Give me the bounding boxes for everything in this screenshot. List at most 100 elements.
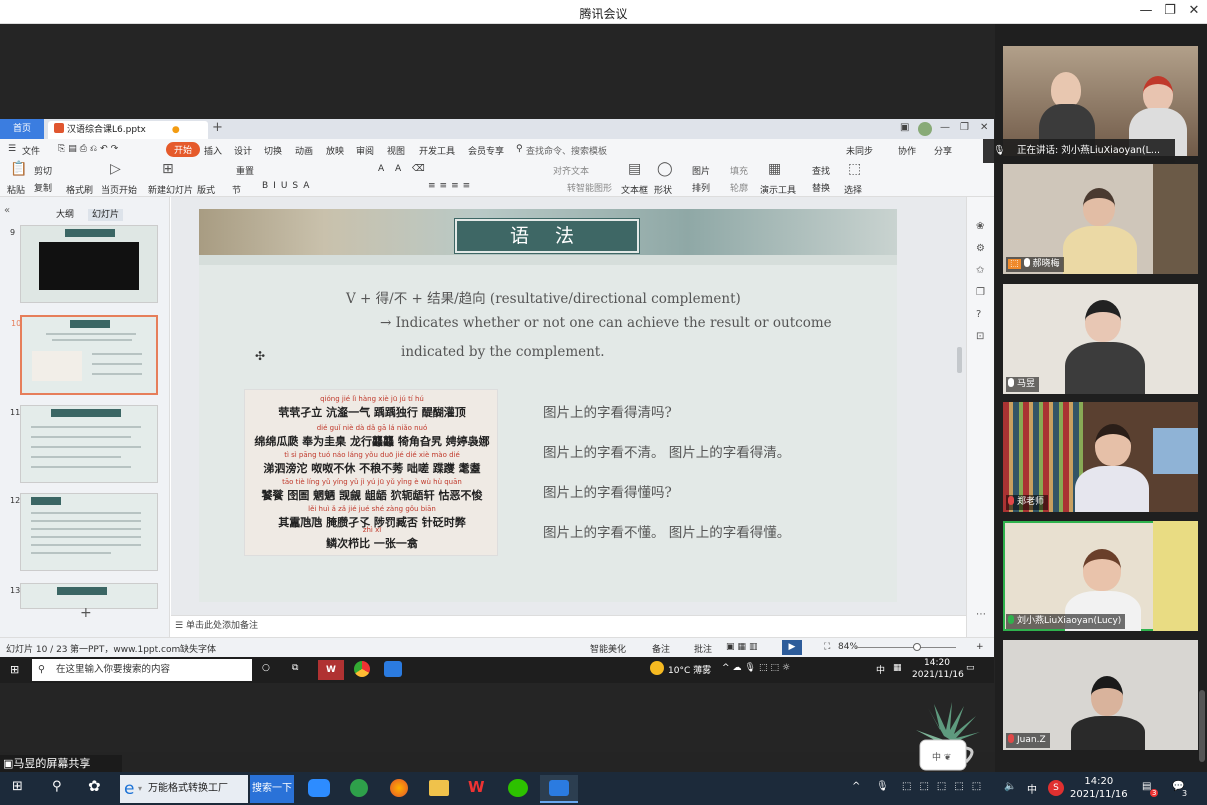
- effect-icon[interactable]: ❀: [976, 221, 984, 232]
- font-size-buttons[interactable]: A A ⌫: [378, 164, 429, 174]
- reset-button[interactable]: 重置: [236, 164, 254, 177]
- windows-start-icon[interactable]: ⊞: [10, 663, 19, 676]
- restore-icon[interactable]: ❐: [1160, 3, 1180, 18]
- textbox-button[interactable]: 文本框: [621, 183, 648, 196]
- slide-thumbnail[interactable]: 12: [10, 493, 158, 571]
- layout-button[interactable]: 版式: [197, 183, 215, 196]
- fit-icon[interactable]: ⛶: [824, 642, 830, 652]
- document-tab[interactable]: 汉语综合课L6.pptx ●: [48, 121, 208, 139]
- participant-tile[interactable]: Juan.Z: [1003, 640, 1198, 750]
- select-button[interactable]: 选择: [844, 183, 862, 196]
- align-text-button[interactable]: 对齐文本: [553, 164, 589, 177]
- zoom-slider-handle[interactable]: [913, 643, 921, 651]
- volume-icon[interactable]: 🔈: [1004, 781, 1016, 792]
- wps-taskbar-icon[interactable]: W: [318, 660, 344, 680]
- outline-button[interactable]: 轮廓: [730, 181, 748, 194]
- slide[interactable]: 语 法 V + 得/不 + 结果/趋向 (resultative/directi…: [199, 209, 897, 602]
- sogou-icon[interactable]: S: [1048, 780, 1064, 796]
- zoom-app-icon[interactable]: [308, 779, 330, 797]
- home-tab[interactable]: 首页: [0, 119, 44, 139]
- record-icon[interactable]: ⊡: [976, 331, 984, 342]
- collapse-panel-icon[interactable]: «: [4, 205, 10, 216]
- tencent-icon[interactable]: ✿: [88, 777, 101, 795]
- notes-toggle[interactable]: 备注: [652, 642, 670, 655]
- help-icon[interactable]: ?: [976, 309, 981, 320]
- tray-expand-icon[interactable]: ^: [852, 781, 860, 792]
- close-icon[interactable]: ✕: [980, 122, 988, 133]
- view-mode-icons[interactable]: ▣▦▥: [726, 642, 761, 652]
- windows-start-icon[interactable]: ⊞: [12, 779, 23, 794]
- textbox-icon[interactable]: ▤: [628, 161, 641, 177]
- more-icon[interactable]: ⋯: [976, 609, 986, 620]
- search-icon[interactable]: ⚲: [516, 144, 523, 154]
- play-icon[interactable]: ▷: [110, 161, 121, 177]
- arrange-button[interactable]: 排列: [692, 181, 710, 194]
- pin-icon[interactable]: ✩: [976, 265, 984, 276]
- avatar[interactable]: [918, 122, 932, 136]
- menu-insert[interactable]: 插入: [204, 144, 222, 157]
- menu-view[interactable]: 视图: [387, 144, 405, 157]
- participants-scrollbar[interactable]: [1199, 690, 1205, 762]
- participant-tile[interactable]: 马昱: [1003, 284, 1198, 394]
- firefox-icon[interactable]: [390, 779, 408, 797]
- slide-thumbnail-selected[interactable]: 10: [11, 315, 158, 395]
- settings-icon[interactable]: ⚙: [976, 243, 985, 254]
- tencent-meeting-taskbar-app[interactable]: [540, 775, 578, 803]
- zoom-slider[interactable]: [856, 647, 956, 648]
- menu-icon[interactable]: ☰: [8, 144, 16, 154]
- minimize-icon[interactable]: —: [940, 122, 950, 133]
- paste-icon[interactable]: 📋: [10, 161, 27, 177]
- canvas-scrollbar[interactable]: [957, 347, 962, 373]
- tab-outline[interactable]: 大纲: [56, 210, 74, 220]
- new-tab-icon[interactable]: +: [212, 120, 223, 135]
- slide-canvas[interactable]: 语 法 V + 得/不 + 结果/趋向 (resultative/directi…: [171, 197, 966, 615]
- slide-thumbnail[interactable]: 11: [10, 405, 158, 483]
- calendar-icon[interactable]: ▦: [893, 663, 902, 673]
- menu-file[interactable]: 文件: [22, 144, 40, 157]
- copy-icon[interactable]: ❐: [976, 287, 985, 298]
- picture-button[interactable]: 图片: [692, 164, 710, 177]
- taskbar-clock[interactable]: 14:20 2021/11/16: [1070, 775, 1128, 801]
- shape-button[interactable]: 形状: [654, 183, 672, 196]
- replace-button[interactable]: 替换: [812, 181, 830, 194]
- participant-tile[interactable]: 郑老师: [1003, 402, 1198, 512]
- ime-indicator[interactable]: 中: [876, 663, 885, 676]
- cortana-icon[interactable]: ○: [262, 663, 270, 673]
- missing-font-button[interactable]: 缺失字体: [180, 642, 216, 655]
- menu-animation[interactable]: 动画: [295, 144, 313, 157]
- select-icon[interactable]: ⬚: [848, 161, 861, 177]
- ime-indicator[interactable]: 中: [1027, 781, 1037, 796]
- slide-thumbnail[interactable]: 9: [10, 225, 158, 303]
- tray-icons[interactable]: ^☁🎙⬚⬚☼: [722, 663, 793, 673]
- menu-member[interactable]: 会员专享: [468, 144, 504, 157]
- command-search[interactable]: 查找命令、搜索模板: [526, 144, 607, 157]
- play-slideshow-button[interactable]: ▶: [782, 640, 802, 655]
- tab-slides[interactable]: 幻灯片: [88, 209, 124, 221]
- find-button[interactable]: 查找: [812, 164, 830, 177]
- font-style-buttons[interactable]: BIUSA: [262, 181, 314, 191]
- smart-graphic-button[interactable]: 转智能图形: [567, 181, 612, 194]
- menu-dev-tools[interactable]: 开发工具: [419, 144, 455, 157]
- meeting-app-icon[interactable]: [384, 661, 402, 677]
- browser-360-icon[interactable]: [350, 779, 368, 797]
- tray-icons[interactable]: ⬚⬚⬚⬚⬚: [902, 781, 989, 792]
- new-slide-icon[interactable]: ⊞: [162, 161, 174, 177]
- menu-review[interactable]: 审阅: [356, 144, 374, 157]
- collab-button[interactable]: 协作: [898, 144, 916, 157]
- notes-pane[interactable]: ☰ 单击此处添加备注: [171, 615, 966, 637]
- copy-button[interactable]: 复制: [34, 181, 52, 194]
- shape-icon[interactable]: ◯: [657, 161, 673, 177]
- paste-button[interactable]: 粘贴: [7, 183, 25, 196]
- search-button[interactable]: 搜索一下: [250, 775, 294, 803]
- restore-icon[interactable]: ❐: [960, 122, 969, 133]
- quick-access-icons[interactable]: ⎘▤⎙⎌↶↷: [58, 144, 121, 154]
- menu-start[interactable]: 开始: [166, 142, 201, 157]
- menu-slideshow[interactable]: 放映: [326, 144, 344, 157]
- participant-tile[interactable]: ⬚ 郝晓梅: [1003, 164, 1198, 274]
- presenter-tools-button[interactable]: 演示工具: [760, 183, 796, 196]
- mic-tray-icon[interactable]: 🎙: [876, 781, 889, 792]
- participant-tile-speaking[interactable]: 刘小燕LiuXiaoyan(Lucy): [1003, 521, 1198, 631]
- menu-design[interactable]: 设计: [234, 144, 252, 157]
- menu-transition[interactable]: 切换: [264, 144, 282, 157]
- cut-button[interactable]: 剪切: [34, 164, 52, 177]
